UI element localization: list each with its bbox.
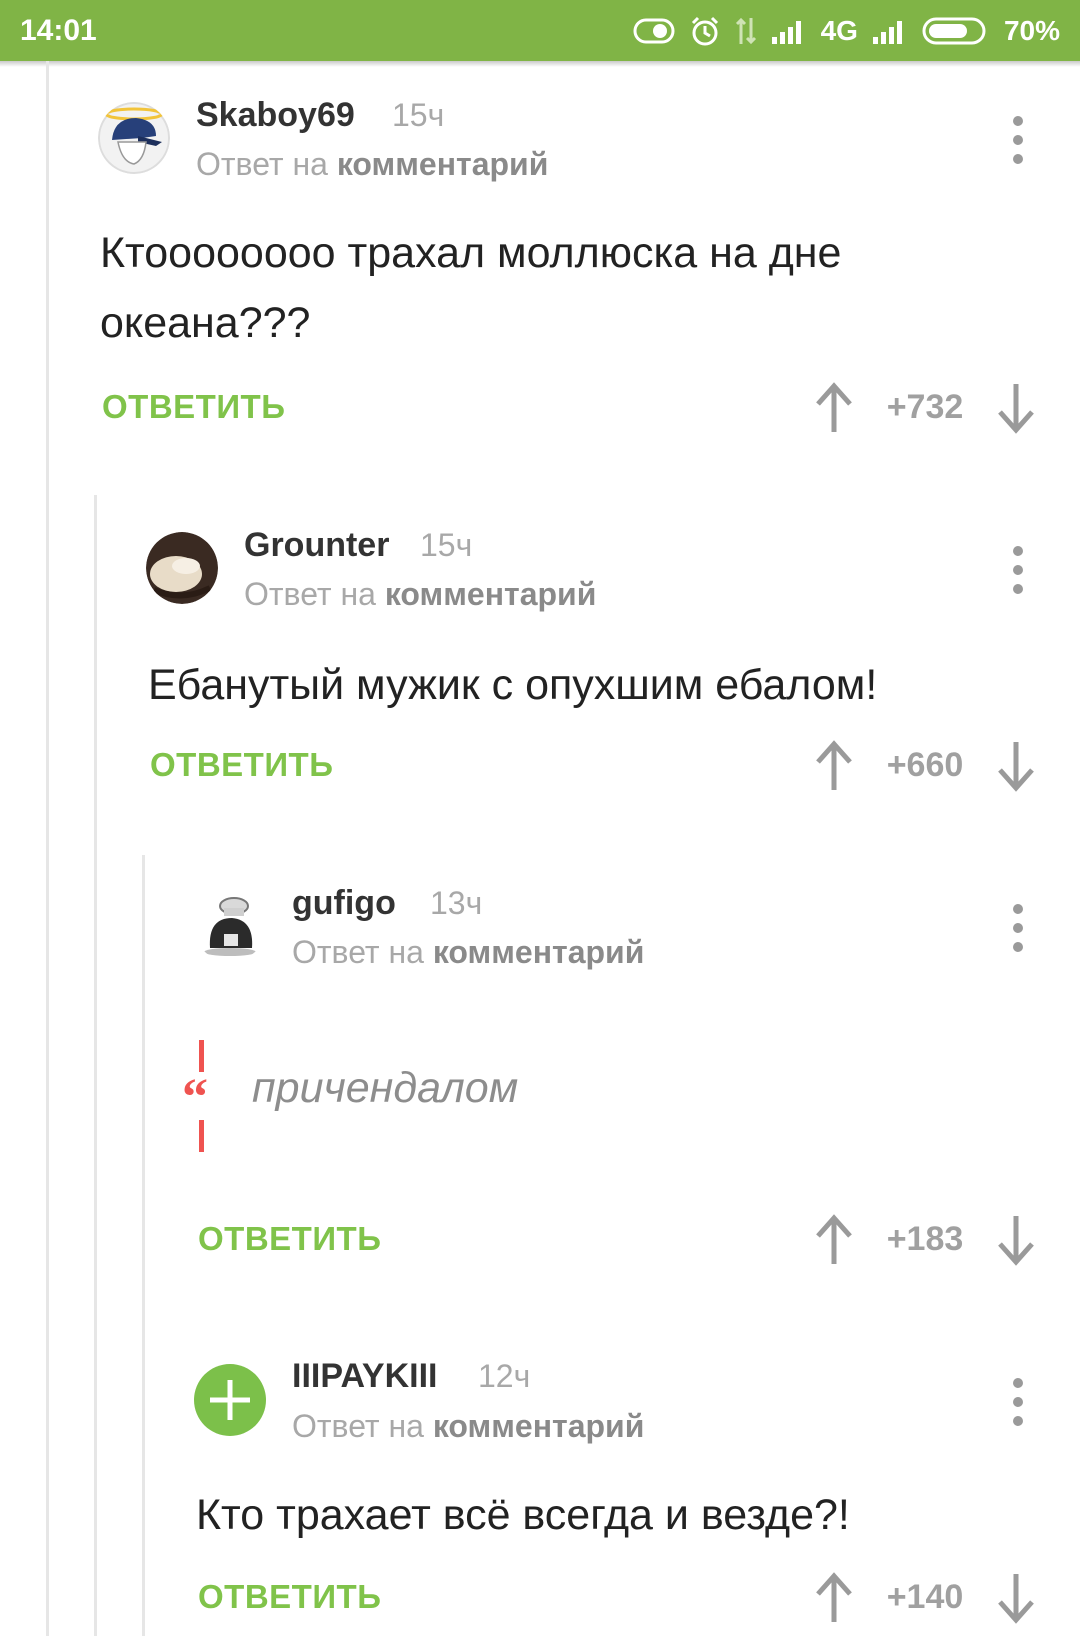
svg-text:“: “ (182, 1069, 208, 1126)
battery-icon (922, 16, 990, 46)
reply-button[interactable]: ОТВЕТИТЬ (198, 1578, 381, 1616)
comment-author[interactable]: Skaboy69 (196, 96, 355, 135)
downvote-icon[interactable] (996, 1214, 1036, 1266)
avatar[interactable] (146, 532, 218, 604)
reply-button[interactable]: ОТВЕТИТЬ (198, 1220, 381, 1258)
reply-to-prefix: Ответ на (292, 1408, 424, 1444)
reply-to-line: Ответ на комментарий (292, 934, 644, 971)
comment-time: 15ч (420, 527, 473, 563)
vote-score: +183 (886, 1220, 964, 1258)
alarm-icon (689, 15, 721, 47)
reply-to-link[interactable]: комментарий (385, 576, 597, 612)
thread-line-level-1 (46, 61, 49, 1636)
downvote-icon[interactable] (996, 382, 1036, 434)
reply-to-prefix: Ответ на (244, 576, 376, 612)
comment-menu-button[interactable] (1008, 904, 1028, 952)
comment-menu-button[interactable] (1008, 116, 1028, 164)
comment-menu-button[interactable] (1008, 546, 1028, 594)
vote-score: +660 (886, 746, 964, 784)
statusbar-shadow (0, 61, 1080, 67)
upvote-icon[interactable] (814, 382, 854, 434)
signal-icon (771, 17, 807, 45)
plus-icon (210, 1380, 250, 1420)
status-icons: 4G 70% (633, 15, 1060, 47)
avatar[interactable] (98, 102, 170, 174)
quote-icon: “ (182, 1040, 208, 1152)
vote-score: +732 (886, 388, 964, 426)
avatar[interactable] (194, 890, 266, 962)
reply-to-link[interactable]: комментарий (433, 1408, 645, 1444)
status-time: 14:01 (20, 13, 97, 47)
thread-line-level-2 (94, 495, 97, 1636)
comment-author[interactable]: gufigo (292, 884, 396, 923)
upvote-icon[interactable] (814, 1214, 854, 1266)
comment-time: 12ч (478, 1358, 531, 1394)
network-type: 4G (820, 14, 858, 46)
reply-button[interactable]: ОТВЕТИТЬ (150, 746, 333, 784)
toggle-icon (633, 17, 675, 45)
upvote-icon[interactable] (814, 1572, 854, 1624)
downvote-icon[interactable] (996, 740, 1036, 792)
battery-percent: 70% (1003, 14, 1060, 46)
comment-time: 15ч (392, 97, 445, 133)
reply-to-line: Ответ на комментарий (196, 146, 548, 183)
avatar[interactable] (194, 1364, 266, 1436)
comment-author[interactable]: IIIPAYKIII (292, 1357, 438, 1396)
reply-to-prefix: Ответ на (292, 934, 424, 970)
comment-menu-button[interactable] (1008, 1378, 1028, 1426)
data-transfer-icon (735, 16, 757, 46)
reply-to-prefix: Ответ на (196, 146, 328, 182)
comment-text: Ебанутый мужик с опухшим ебалом! (148, 661, 878, 709)
comment-text: Ктоооооооо трахал моллюска на дне океана… (100, 229, 842, 347)
status-bar: 14:01 4G 70% (0, 0, 1080, 61)
reply-to-line: Ответ на комментарий (292, 1408, 644, 1445)
signal-icon-2 (872, 17, 908, 45)
reply-to-line: Ответ на комментарий (244, 576, 596, 613)
vote-score: +140 (886, 1578, 964, 1616)
reply-to-link[interactable]: комментарий (337, 146, 549, 182)
cap-avatar-icon (98, 102, 170, 174)
reply-button[interactable]: ОТВЕТИТЬ (102, 388, 285, 426)
quote-text: причендалом (252, 1064, 519, 1112)
photo-avatar-icon (146, 532, 218, 604)
comment-time: 13ч (430, 885, 483, 921)
comment-author[interactable]: Grounter (244, 526, 389, 565)
thread-line-level-3 (142, 855, 145, 1636)
comment-text: Кто трахает всё всегда и везде?! (196, 1491, 850, 1539)
reply-to-link[interactable]: комментарий (433, 934, 645, 970)
upvote-icon[interactable] (814, 740, 854, 792)
chef-avatar-icon (194, 890, 266, 962)
downvote-icon[interactable] (996, 1572, 1036, 1624)
